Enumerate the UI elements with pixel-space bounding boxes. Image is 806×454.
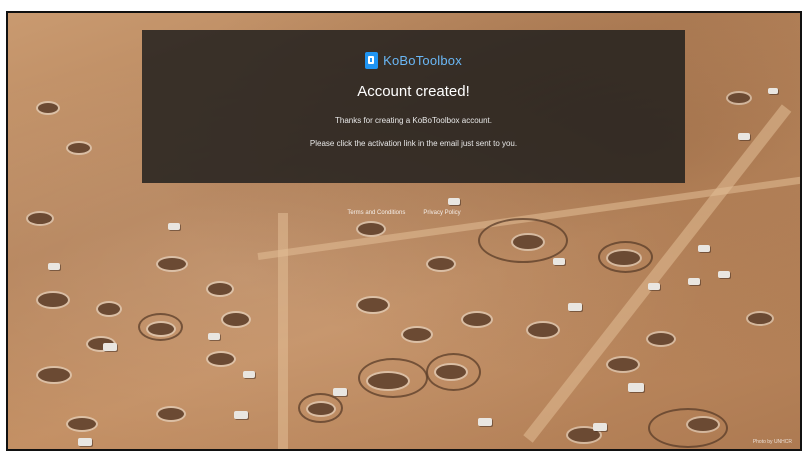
hut [688,418,718,431]
activation-message: Please click the activation link in the … [309,139,518,148]
hut [748,313,772,324]
kobo-logo-icon [365,52,379,69]
hut [308,403,334,415]
tent-roof [688,278,700,285]
tent-roof [48,263,60,270]
tent-roof [628,383,644,392]
hut [728,93,750,103]
page-title: Account created! [357,83,470,100]
tent-roof [448,198,460,205]
hut [368,373,408,389]
tent-roof [768,88,778,94]
hut [38,368,70,382]
hut [463,313,491,326]
account-created-panel: KoBoToolbox Account created! Thanks for … [142,30,685,183]
tent-roof [78,438,92,446]
tent-roof [553,258,565,265]
hut [68,143,90,153]
tent-roof [698,245,710,252]
hut [158,258,186,270]
tent-roof [208,333,220,340]
tent-roof [103,343,117,351]
hut [608,358,638,371]
footer-links: Terms and Conditions Privacy Policy [8,210,800,216]
hut [358,223,384,235]
hut [208,353,234,365]
logo-text: KoBoToolbox [383,53,462,68]
privacy-link[interactable]: Privacy Policy [423,210,460,216]
tent-roof [333,388,347,396]
tent-roof [168,223,180,230]
hut [358,298,388,312]
tent-roof [243,371,255,378]
tent-roof [478,418,492,426]
tent-roof [234,411,248,419]
kobo-logo[interactable]: KoBoToolbox [365,52,462,69]
hut [513,235,543,249]
hut [403,328,431,341]
hut [38,103,58,113]
hut [148,323,174,335]
hut [648,333,674,345]
thanks-message: Thanks for creating a KoBoToolbox accoun… [335,116,492,125]
tent-roof [718,271,730,278]
dirt-track [278,213,288,449]
tent-roof [648,283,660,290]
hut [428,258,454,270]
tent-roof [568,303,582,311]
hut [528,323,558,337]
hut [38,293,68,307]
hut [608,251,640,265]
hut [68,418,96,430]
hut [208,283,232,295]
hut [436,365,466,379]
tent-roof [593,423,607,431]
photo-credit: Photo by UNHCR [752,439,792,445]
hut [223,313,249,326]
hut [98,303,120,315]
tent-roof [738,133,750,140]
hut [158,408,184,420]
terms-link[interactable]: Terms and Conditions [347,210,405,216]
compound-fence [648,408,728,448]
